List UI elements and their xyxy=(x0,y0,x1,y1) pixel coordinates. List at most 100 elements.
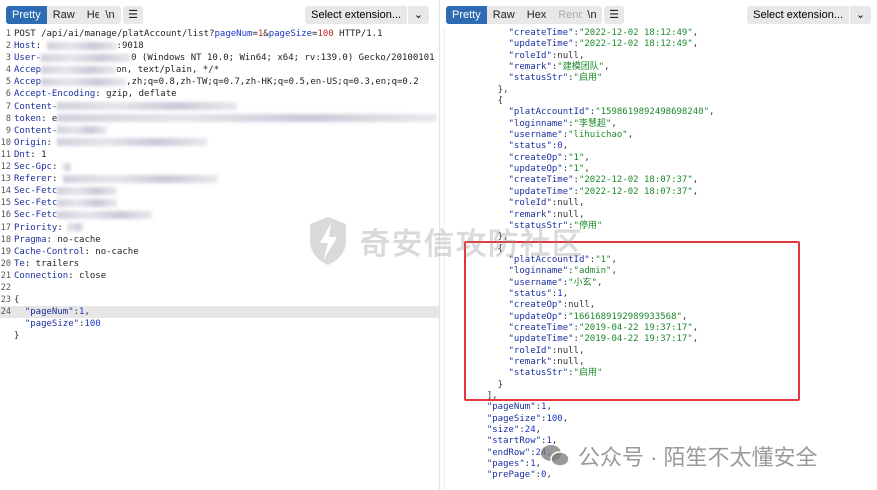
code-line: "pageNum":1, xyxy=(440,402,877,413)
code-token: Referer xyxy=(14,174,52,185)
menu-button[interactable]: ☰ xyxy=(123,6,143,24)
line-text: User- 0 (Windows NT 10.0; Win64; x64; rv:… xyxy=(14,52,439,64)
line-text: token: e xyxy=(14,113,438,125)
redacted-text xyxy=(62,162,71,171)
code-token: : no-cache xyxy=(46,234,101,245)
request-toolbar: Pretty Raw Hex \n ☰ Select extension... … xyxy=(6,6,433,24)
line-text: "statusStr":"停用" xyxy=(476,221,603,232)
code-token: "username" xyxy=(508,130,563,141)
tab-raw[interactable]: Raw xyxy=(487,6,521,24)
code-token: : close xyxy=(68,270,107,281)
line-text: "size":24, xyxy=(476,425,541,436)
code-token: on, text/plain, */* xyxy=(116,65,220,76)
line-text: "remark":null, xyxy=(476,209,585,221)
code-token: :null, xyxy=(551,209,585,220)
line-text: Origin: xyxy=(14,137,208,149)
code-token: , xyxy=(584,152,590,163)
line-number: 7 xyxy=(5,101,11,112)
menu-button[interactable]: ☰ xyxy=(604,6,624,24)
line-text: Cache-Control: no-cache xyxy=(14,246,139,258)
code-line: 13 Referer: xyxy=(0,173,439,185)
newline-toggle-button[interactable]: \n xyxy=(582,6,602,24)
code-line: "statusStr":"启用" xyxy=(440,73,877,84)
code-line: } xyxy=(0,330,439,342)
code-line: "updateTime":"2022-12-02 18:07:37", xyxy=(440,187,877,198)
tab-pretty[interactable]: Pretty xyxy=(446,6,487,24)
redacted-text xyxy=(57,210,153,219)
code-token: "1" xyxy=(568,152,585,163)
line-number: 16 xyxy=(0,210,11,221)
code-token: : trailers xyxy=(24,258,80,269)
chevron-down-icon: ⌄ xyxy=(849,6,871,24)
code-line: "updateOp":"1", xyxy=(440,164,877,175)
code-token: , xyxy=(535,459,542,470)
redacted-text xyxy=(57,114,438,123)
code-token: Host xyxy=(14,41,36,52)
code-token: 100 xyxy=(546,413,563,424)
line-text: Sec-Gpc: xyxy=(14,161,71,173)
extension-select[interactable]: Select extension... ⌄ xyxy=(747,6,871,24)
response-toolbar: Pretty Raw Hex Render \n ☰ Select extens… xyxy=(446,6,871,24)
code-token: "updateTime" xyxy=(508,186,574,197)
code-line: 23{ xyxy=(0,294,439,306)
line-text: Te: trailers xyxy=(14,258,79,270)
line-text: "username":"lihuichao", xyxy=(476,130,634,141)
code-token: , xyxy=(84,307,90,318)
line-text: "roleId":null, xyxy=(476,50,585,62)
code-token: : xyxy=(57,222,69,233)
request-editor[interactable]: 1 POST /api/ai/manage/platAccount/list?pa… xyxy=(0,28,439,342)
code-token: : xyxy=(51,174,63,185)
code-token: "size" xyxy=(486,425,520,436)
line-number: 3 xyxy=(5,53,11,64)
code-token: ,zh;q=0.8,zh-TW;q=0.7,zh-HK;q=0.5,en-US;… xyxy=(126,77,419,88)
tab-hex[interactable]: Hex xyxy=(521,6,553,24)
line-text: Sec-Fetc xyxy=(14,209,153,221)
code-line: "endRow":24, xyxy=(440,448,877,459)
code-token: "updateOp" xyxy=(508,164,563,175)
code-line: 10 Origin: xyxy=(0,137,439,149)
code-line: 22 xyxy=(0,282,439,294)
tab-raw[interactable]: Raw xyxy=(47,6,81,24)
code-token: User- xyxy=(14,53,42,64)
line-text: "updateTime":"2022-12-02 18:12:49", xyxy=(476,39,699,50)
tab-pretty[interactable]: Pretty xyxy=(6,6,47,24)
code-token: HTTP/1.1 xyxy=(333,29,383,39)
line-number: 8 xyxy=(5,113,11,124)
code-token: 100 xyxy=(317,29,334,39)
code-token: "2022-12-02 18:07:37" xyxy=(578,175,693,186)
code-line: { xyxy=(440,96,877,107)
code-token: "roleId" xyxy=(508,50,552,61)
code-token: "prePage" xyxy=(486,470,536,481)
code-token: POST /api/ai/manage/platAccount/list? xyxy=(14,29,215,39)
line-text: { xyxy=(14,294,19,306)
code-token: "endRow" xyxy=(486,447,531,458)
extension-select-value: Select extension... xyxy=(311,9,401,21)
redacted-text xyxy=(62,174,218,183)
extension-select[interactable]: Select extension... ⌄ xyxy=(305,6,429,24)
redacted-text xyxy=(57,198,118,207)
line-text: Connection: close xyxy=(14,270,106,282)
line-number: 19 xyxy=(0,246,11,257)
code-line: "remark":null, xyxy=(440,210,877,221)
newline-toggle-button[interactable]: \n xyxy=(99,6,121,24)
line-number: 18 xyxy=(0,234,11,245)
line-text: "pageNum":1, xyxy=(476,402,552,413)
redacted-text xyxy=(57,102,238,111)
code-token: Te xyxy=(14,258,25,269)
code-token: , xyxy=(604,62,610,73)
code-token: "status" xyxy=(508,141,552,152)
code-token: "platAccountId" xyxy=(508,107,590,118)
code-line: "statusStr":"停用" xyxy=(440,221,877,232)
code-token: , xyxy=(692,175,699,186)
line-text: "roleId":null, xyxy=(476,198,585,209)
code-token: , xyxy=(546,402,552,413)
